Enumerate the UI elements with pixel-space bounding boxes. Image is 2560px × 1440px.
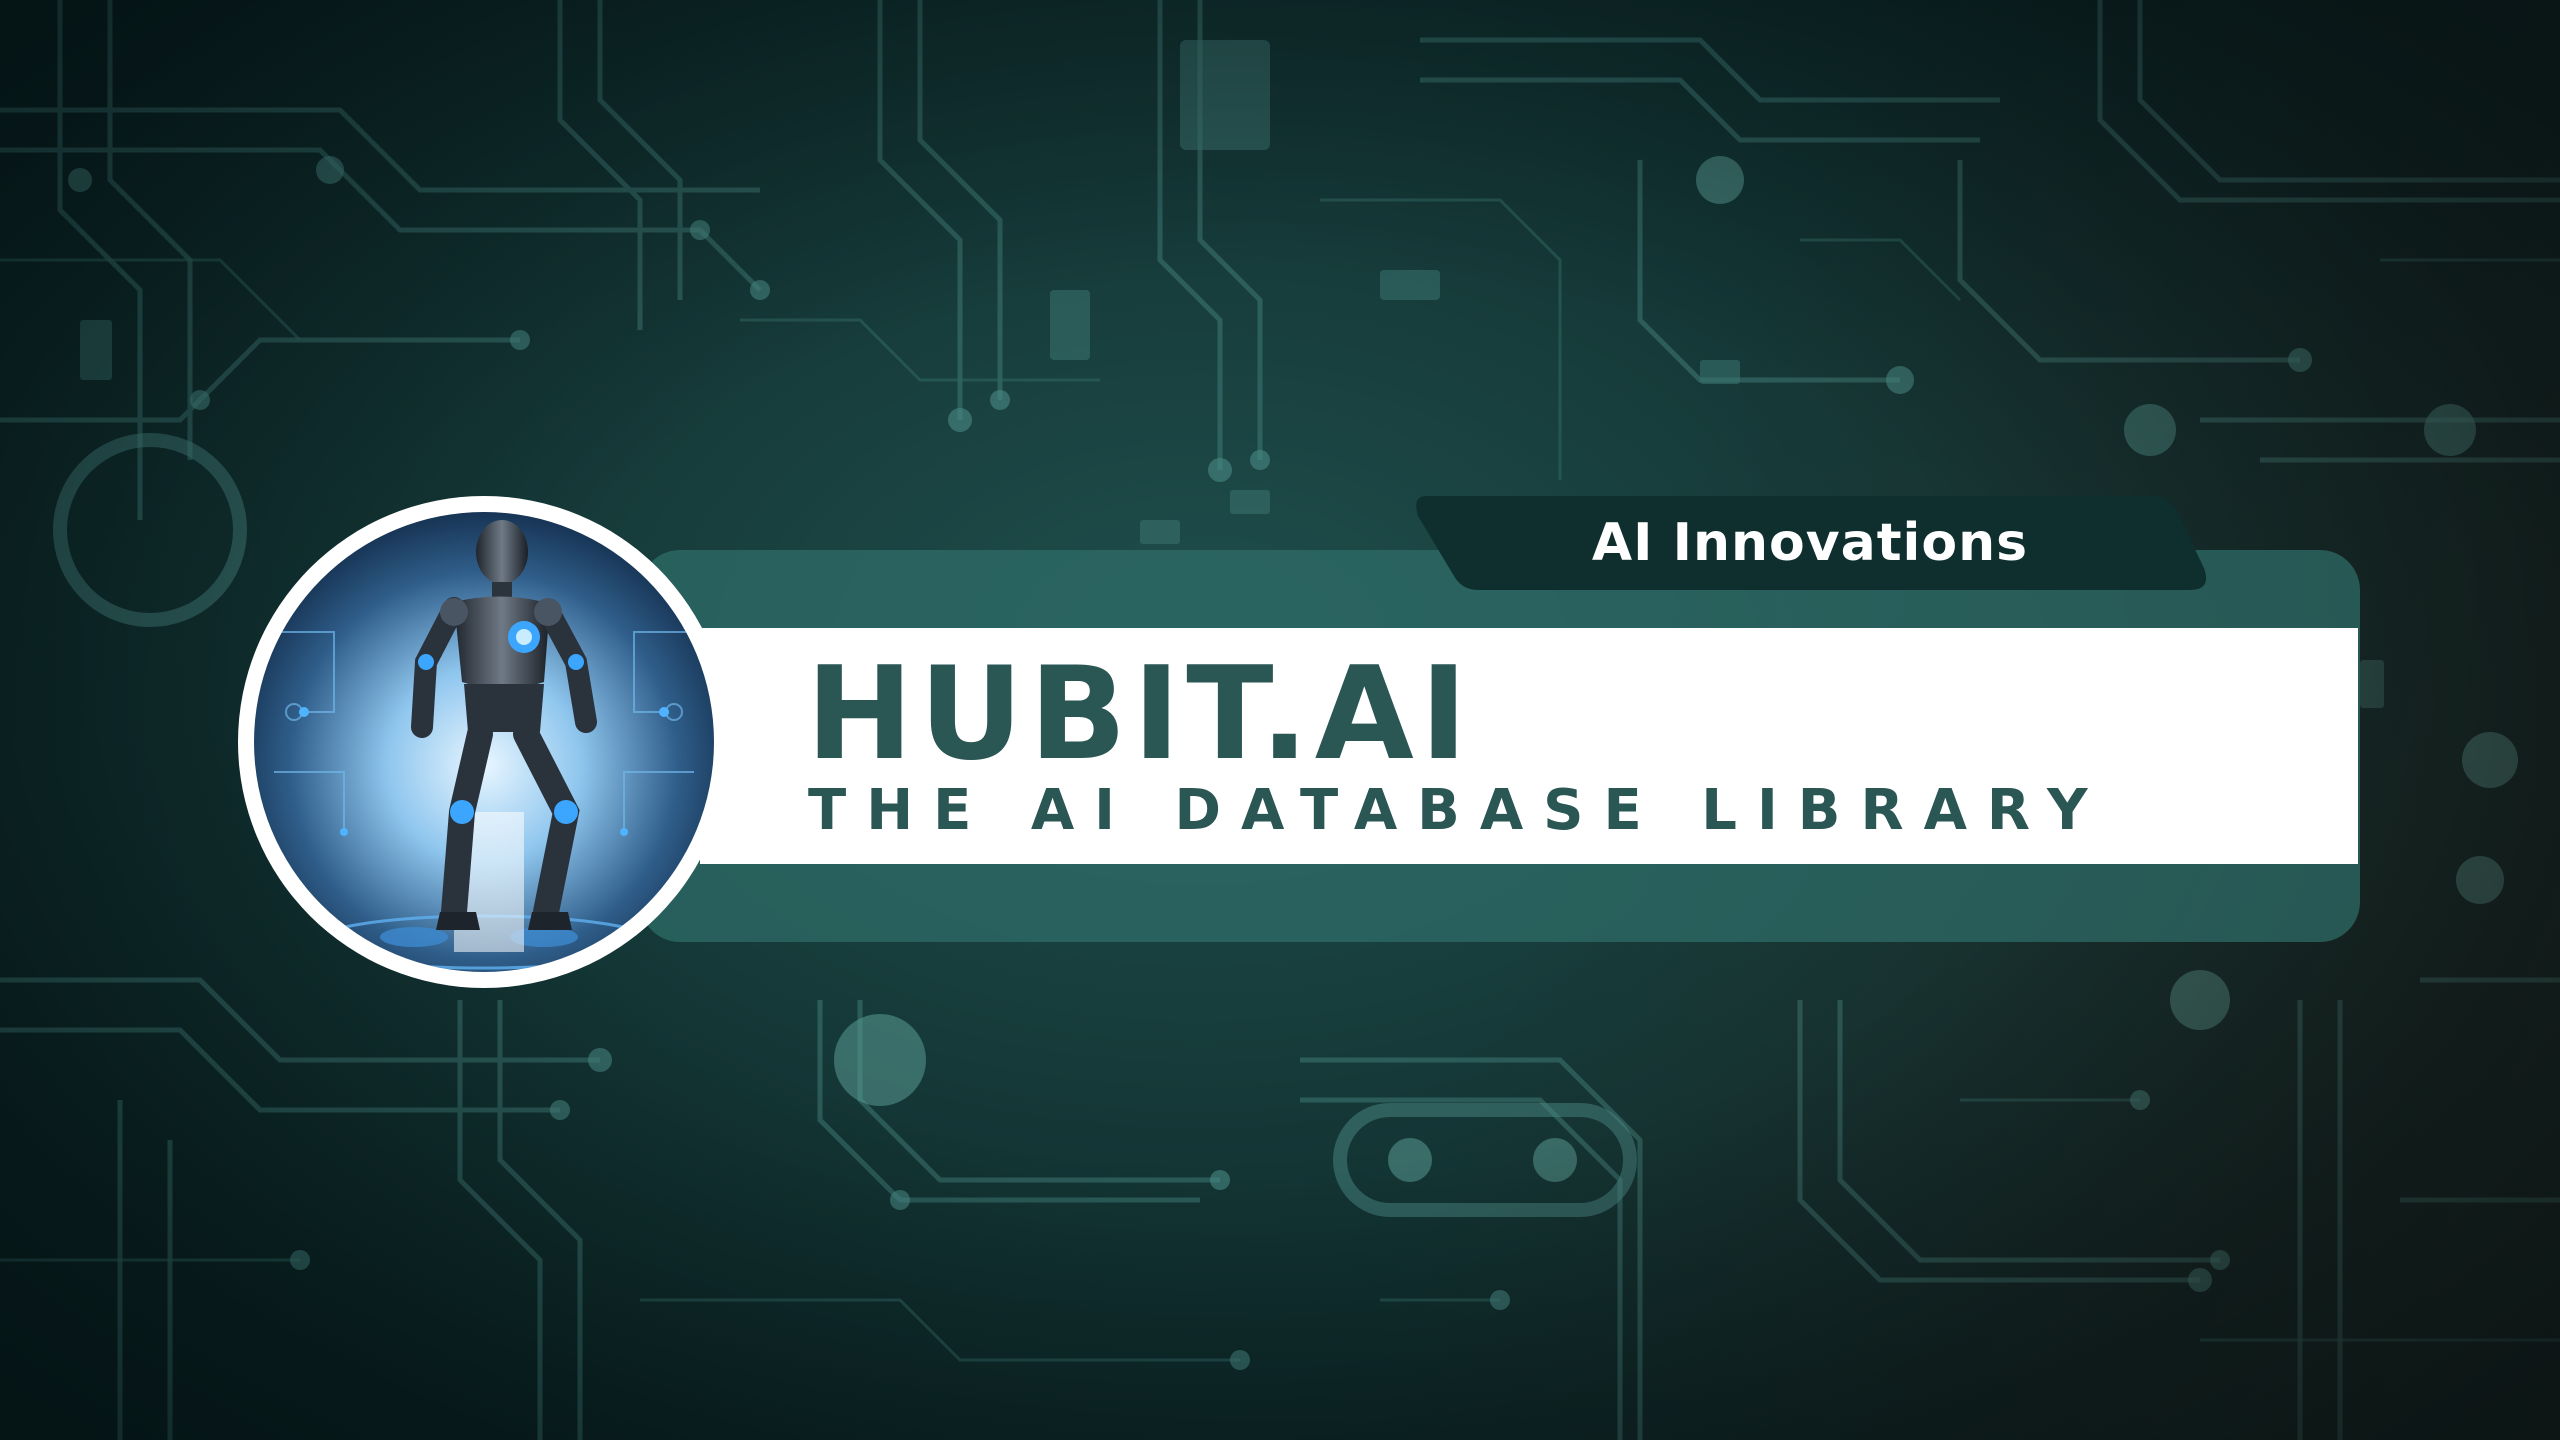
brand-subtitle: THE AI DATABASE LIBRARY (808, 778, 2108, 843)
category-tag-label: AI Innovations (1591, 513, 2029, 573)
banner-canvas: HUBIT.AI THE AI DATABASE LIBRARY AI Inno… (0, 0, 2560, 1440)
avatar (238, 496, 730, 988)
robot-figure-icon (254, 512, 714, 972)
category-tag: AI Innovations (1412, 496, 2208, 590)
avatar-image-frame (254, 512, 714, 972)
brand-title: HUBIT.AI (806, 640, 1474, 789)
